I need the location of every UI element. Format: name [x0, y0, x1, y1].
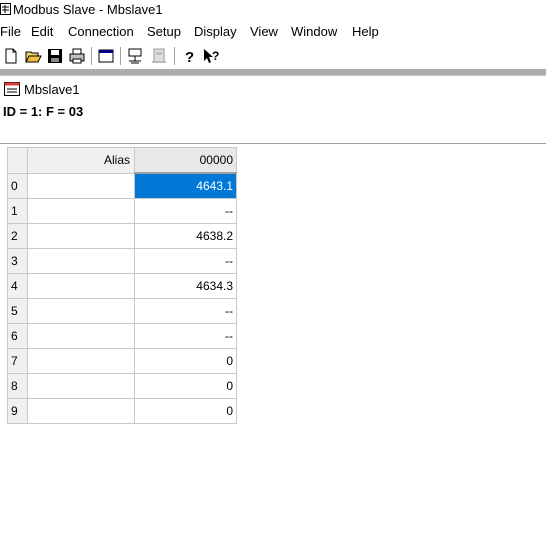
- child-window-mbslave1: Mbslave1 ID = 1: F = 03 Alias 00000 0 464…: [0, 75, 546, 543]
- alias-cell[interactable]: [27, 198, 135, 224]
- table-row: 6 --: [7, 323, 237, 349]
- disconnect-icon[interactable]: [126, 47, 144, 65]
- menu-connection[interactable]: Connection: [68, 24, 134, 39]
- row-index[interactable]: 6: [7, 323, 28, 349]
- child-title-bar[interactable]: Mbslave1: [0, 75, 546, 102]
- alias-cell[interactable]: [27, 273, 135, 299]
- title-bar: Modbus Slave - Mbslave1: [0, 0, 546, 20]
- row-index[interactable]: 7: [7, 348, 28, 374]
- row-index[interactable]: 5: [7, 298, 28, 324]
- table-row: 0 4643.1: [7, 172, 237, 199]
- menu-file[interactable]: File: [0, 24, 21, 39]
- menu-view[interactable]: View: [250, 24, 278, 39]
- menu-edit[interactable]: Edit: [31, 24, 53, 39]
- value-cell[interactable]: --: [134, 298, 237, 324]
- row-index[interactable]: 0: [7, 172, 28, 199]
- svg-text:?: ?: [185, 49, 194, 65]
- row-index[interactable]: 1: [7, 198, 28, 224]
- value-cell[interactable]: 0: [134, 348, 237, 374]
- slave-info: ID = 1: F = 03: [3, 104, 84, 119]
- value-cell[interactable]: --: [134, 323, 237, 349]
- save-icon[interactable]: [46, 47, 64, 65]
- table-row: 2 4638.2: [7, 223, 237, 249]
- alias-cell[interactable]: [27, 248, 135, 274]
- value-cell[interactable]: 4638.2: [134, 223, 237, 249]
- menu-display[interactable]: Display: [194, 24, 237, 39]
- connect-icon[interactable]: [150, 47, 168, 65]
- toolbar: ? ?: [0, 44, 546, 68]
- value-cell[interactable]: 4643.1: [134, 172, 237, 199]
- app-icon: [0, 3, 11, 15]
- divider: [0, 143, 546, 144]
- alias-cell[interactable]: [27, 298, 135, 324]
- value-column-header[interactable]: 00000: [134, 147, 237, 174]
- grid-header-row: Alias 00000: [7, 147, 237, 174]
- register-grid: Alias 00000 0 4643.1 1 -- 2 4638.2 3 -- 4 4634.3 5…: [7, 147, 237, 424]
- toolbar-separator: [174, 47, 175, 65]
- document-icon: [4, 82, 20, 96]
- value-cell[interactable]: 0: [134, 373, 237, 399]
- alias-cell[interactable]: [27, 348, 135, 374]
- new-icon[interactable]: [2, 47, 20, 65]
- alias-cell[interactable]: [27, 223, 135, 249]
- alias-cell[interactable]: [27, 398, 135, 424]
- open-icon[interactable]: [24, 47, 42, 65]
- window-title: Modbus Slave - Mbslave1: [13, 2, 163, 17]
- menu-setup[interactable]: Setup: [147, 24, 181, 39]
- row-index[interactable]: 3: [7, 248, 28, 274]
- help-icon[interactable]: ?: [180, 47, 198, 65]
- toolbar-separator: [91, 47, 92, 65]
- value-cell[interactable]: 0: [134, 398, 237, 424]
- row-index[interactable]: 4: [7, 273, 28, 299]
- context-help-icon[interactable]: ?: [202, 47, 220, 65]
- table-row: 4 4634.3: [7, 273, 237, 299]
- alias-column-header[interactable]: Alias: [27, 147, 135, 174]
- grid-corner: [7, 147, 28, 174]
- print-icon[interactable]: [68, 47, 86, 65]
- table-row: 70: [7, 348, 237, 374]
- window-icon[interactable]: [97, 47, 115, 65]
- toolbar-separator: [120, 47, 121, 65]
- row-index[interactable]: 2: [7, 223, 28, 249]
- child-window-title: Mbslave1: [24, 82, 80, 97]
- row-index[interactable]: 8: [7, 373, 28, 399]
- table-row: 3 --: [7, 248, 237, 274]
- table-row: 90: [7, 398, 237, 424]
- alias-cell[interactable]: [27, 323, 135, 349]
- value-cell[interactable]: 4634.3: [134, 273, 237, 299]
- value-cell[interactable]: --: [134, 248, 237, 274]
- alias-cell[interactable]: [27, 373, 135, 399]
- menu-window[interactable]: Window: [291, 24, 337, 39]
- value-cell[interactable]: --: [134, 198, 237, 224]
- table-row: 5 --: [7, 298, 237, 324]
- alias-cell[interactable]: [27, 172, 135, 199]
- menu-help[interactable]: Help: [352, 24, 379, 39]
- row-index[interactable]: 9: [7, 398, 28, 424]
- table-row: 80: [7, 373, 237, 399]
- menu-bar: File Edit Connection Setup Display View …: [0, 22, 546, 42]
- svg-text:?: ?: [212, 49, 219, 63]
- table-row: 1 --: [7, 198, 237, 224]
